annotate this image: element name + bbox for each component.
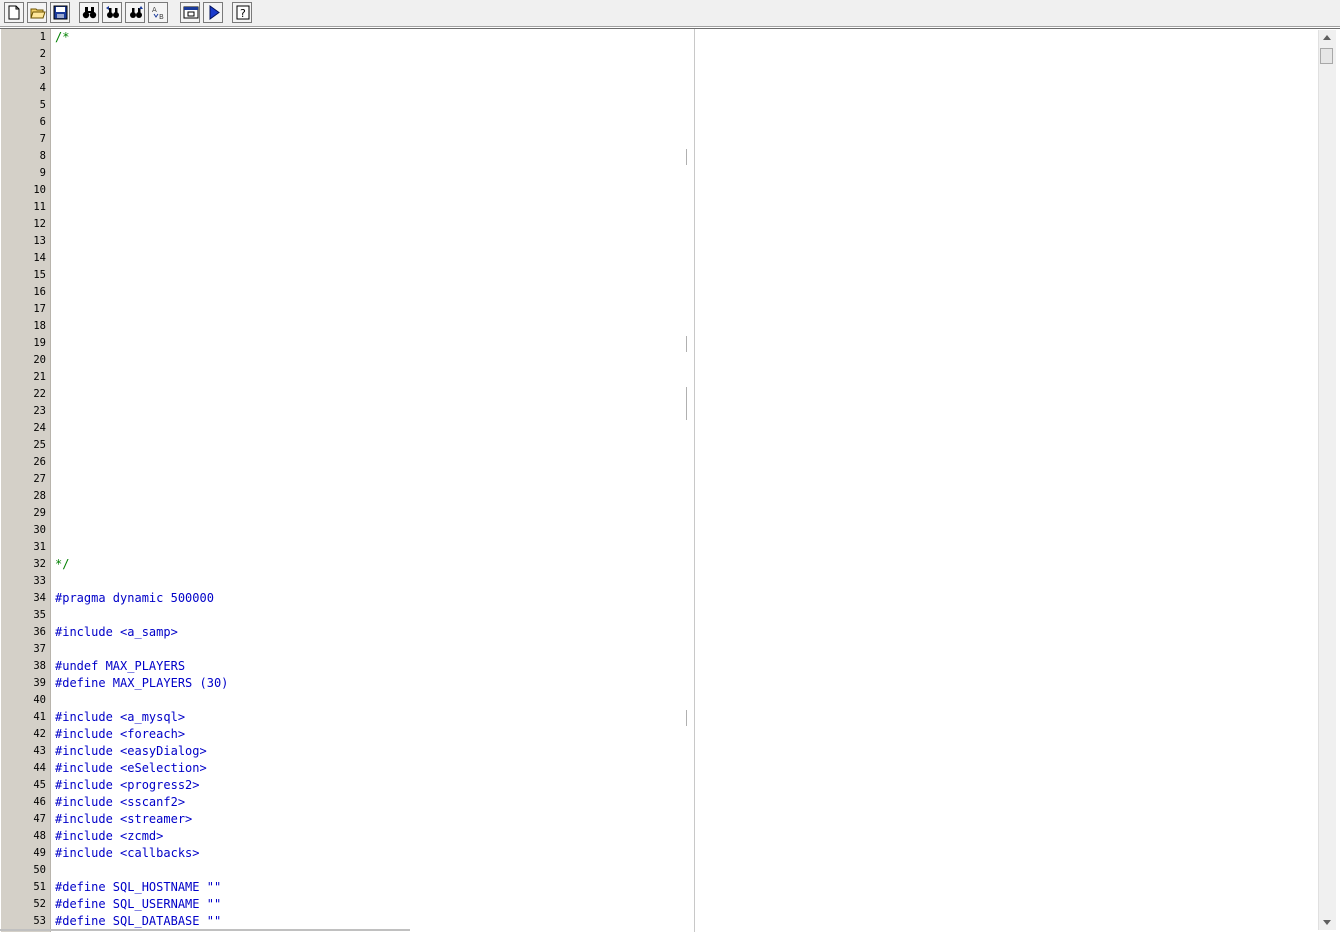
- line-number: 50: [33, 864, 46, 876]
- line-number: 6: [39, 116, 46, 128]
- code-line[interactable]: #include <callbacks>: [55, 845, 200, 862]
- code-editor[interactable]: 1 2 3 4 5 6 7 8 9 10 11 12 13 14 15 16 17 18 19 20 21 22 23 24 2…: [0, 28, 1340, 932]
- fold-marker: [686, 149, 687, 165]
- scroll-up-arrow-icon[interactable]: [1323, 35, 1331, 40]
- open-folder-icon[interactable]: [27, 2, 47, 23]
- line-number: 9: [39, 167, 46, 179]
- line-number: 5: [39, 99, 46, 111]
- code-line[interactable]: #include <streamer>: [55, 811, 192, 828]
- edge-column-guide: [694, 29, 695, 932]
- line-number: 8: [39, 150, 46, 162]
- scroll-down-arrow-icon[interactable]: [1323, 920, 1331, 925]
- toolbar: AB ?: [0, 0, 1340, 27]
- find-next-icon[interactable]: [102, 2, 122, 23]
- line-number: 38: [33, 660, 46, 672]
- line-number: 22: [33, 388, 46, 400]
- line-number: 36: [33, 626, 46, 638]
- line-number: 52: [33, 898, 46, 910]
- line-number: 41: [33, 711, 46, 723]
- fold-marker: [686, 336, 687, 352]
- code-line[interactable]: */: [55, 556, 69, 573]
- line-number: 27: [33, 473, 46, 485]
- line-number: 3: [39, 65, 46, 77]
- fold-marker: [686, 387, 687, 420]
- line-number: 30: [33, 524, 46, 536]
- line-number: 43: [33, 745, 46, 757]
- line-number: 12: [33, 218, 46, 230]
- line-number: 44: [33, 762, 46, 774]
- line-number: 51: [33, 881, 46, 893]
- line-number: 46: [33, 796, 46, 808]
- line-number: 19: [33, 337, 46, 349]
- line-number: 15: [33, 269, 46, 281]
- run-play-icon[interactable]: [203, 2, 223, 23]
- scroll-thumb[interactable]: [1320, 48, 1333, 64]
- line-number: 14: [33, 252, 46, 264]
- code-line[interactable]: #include <a_mysql>: [55, 709, 185, 726]
- line-number: 35: [33, 609, 46, 621]
- code-line[interactable]: #include <eSelection>: [55, 760, 207, 777]
- line-number: 37: [33, 643, 46, 655]
- line-number: 29: [33, 507, 46, 519]
- code-line[interactable]: #include <foreach>: [55, 726, 185, 743]
- line-number: 23: [33, 405, 46, 417]
- line-number: 42: [33, 728, 46, 740]
- line-number-gutter: 1 2 3 4 5 6 7 8 9 10 11 12 13 14 15 16 17 18 19 20 21 22 23 24 2…: [1, 29, 51, 932]
- code-line[interactable]: /*: [55, 29, 69, 46]
- line-number: 48: [33, 830, 46, 842]
- code-line[interactable]: #include <progress2>: [55, 777, 200, 794]
- save-disk-icon[interactable]: [50, 2, 70, 23]
- line-number: 47: [33, 813, 46, 825]
- code-line[interactable]: #undef MAX_PLAYERS: [55, 658, 185, 675]
- line-number: 25: [33, 439, 46, 451]
- code-line[interactable]: #pragma dynamic 500000: [55, 590, 214, 607]
- svg-text:B: B: [159, 13, 164, 20]
- line-number: 24: [33, 422, 46, 434]
- line-number: 16: [33, 286, 46, 298]
- line-number: 34: [33, 592, 46, 604]
- svg-text:A: A: [152, 6, 157, 14]
- help-icon[interactable]: ?: [232, 2, 252, 23]
- line-number: 2: [39, 48, 46, 60]
- fold-marker: [686, 710, 687, 726]
- new-file-icon[interactable]: [4, 2, 24, 23]
- code-line[interactable]: #define SQL_USERNAME "": [55, 896, 221, 913]
- line-number: 33: [33, 575, 46, 587]
- line-number: 20: [33, 354, 46, 366]
- line-number: 17: [33, 303, 46, 315]
- line-number: 45: [33, 779, 46, 791]
- svg-text:?: ?: [240, 7, 246, 20]
- line-number: 31: [33, 541, 46, 553]
- line-number: 13: [33, 235, 46, 247]
- code-line[interactable]: #define MAX_PLAYERS (30): [55, 675, 228, 692]
- replace-icon[interactable]: [125, 2, 145, 23]
- line-number: 7: [39, 133, 46, 145]
- line-number: 18: [33, 320, 46, 332]
- code-line[interactable]: #define SQL_DATABASE "": [55, 913, 221, 930]
- vertical-scrollbar[interactable]: [1318, 30, 1336, 930]
- line-number: 11: [33, 201, 46, 213]
- line-number: 28: [33, 490, 46, 502]
- line-number: 40: [33, 694, 46, 706]
- line-number: 39: [33, 677, 46, 689]
- code-line[interactable]: #include <sscanf2>: [55, 794, 185, 811]
- code-line[interactable]: #include <easyDialog>: [55, 743, 207, 760]
- line-number: 21: [33, 371, 46, 383]
- line-number: 49: [33, 847, 46, 859]
- line-number: 10: [33, 184, 46, 196]
- line-number: 1: [39, 31, 46, 43]
- code-line[interactable]: #include <a_samp>: [55, 624, 178, 641]
- line-number: 26: [33, 456, 46, 468]
- code-line[interactable]: #define SQL_HOSTNAME "": [55, 879, 221, 896]
- replace-ab-icon[interactable]: AB: [148, 2, 168, 23]
- line-number: 53: [33, 915, 46, 927]
- line-number: 4: [39, 82, 46, 94]
- code-line[interactable]: #include <zcmd>: [55, 828, 163, 845]
- line-number: 32: [33, 558, 46, 570]
- compile-window-icon[interactable]: [180, 2, 200, 23]
- find-binoculars-icon[interactable]: [79, 2, 99, 23]
